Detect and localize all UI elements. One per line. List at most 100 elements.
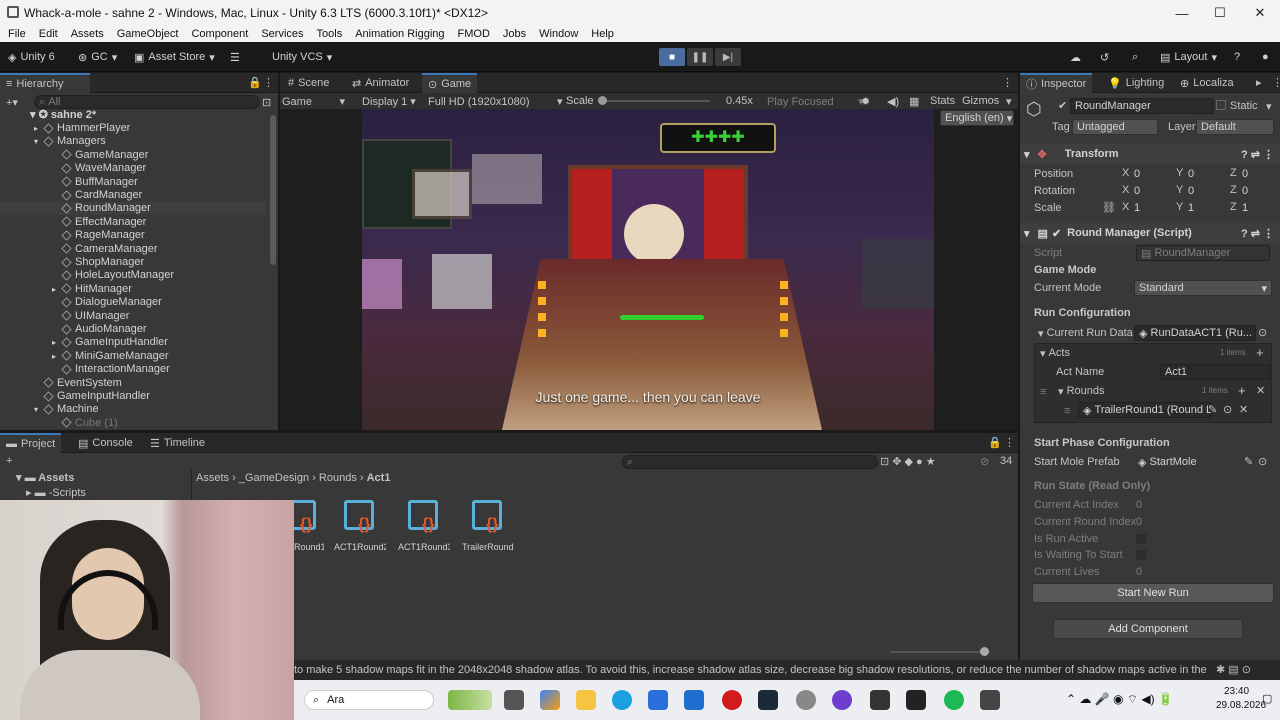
game-mode-dropdown[interactable]: Game ▾ bbox=[282, 95, 345, 108]
more-icon[interactable]: ? ⇌ ⋮ bbox=[1241, 227, 1274, 240]
menu-tools[interactable]: Tools bbox=[317, 28, 343, 40]
steam-icon[interactable] bbox=[758, 690, 778, 710]
rounds-foldout[interactable]: ▾ Rounds bbox=[1058, 383, 1105, 399]
lock-icon[interactable]: 🔒 bbox=[248, 76, 262, 89]
unity-editor-icon[interactable] bbox=[906, 690, 926, 710]
hierarchy-item[interactable]: CardManager bbox=[0, 189, 266, 202]
hierarchy-item[interactable]: ▸ GameInputHandler bbox=[0, 336, 266, 349]
asset-item[interactable]: {} TrailerRound1 bbox=[462, 498, 514, 560]
hierarchy-item[interactable]: ▸ HammerPlayer bbox=[0, 122, 266, 135]
menu-edit[interactable]: Edit bbox=[39, 28, 58, 40]
layout-dropdown[interactable]: ▤ Layout ▾ bbox=[1160, 48, 1217, 66]
hidden-count-icon[interactable]: ⊘ bbox=[980, 455, 989, 468]
static-checkbox[interactable] bbox=[1216, 100, 1226, 110]
vcs-dropdown[interactable]: Unity VCS ▾ bbox=[272, 48, 332, 66]
tab-project[interactable]: ▬ Project bbox=[0, 433, 62, 453]
transform-z-field[interactable]: 1 bbox=[1238, 200, 1280, 216]
object-name-field[interactable]: RoundManager bbox=[1070, 98, 1214, 114]
asset-store-dropdown[interactable]: ▣ Asset Store ▾ bbox=[134, 48, 215, 66]
menu-assets[interactable]: Assets bbox=[71, 28, 104, 40]
acts-foldout[interactable]: ▾ Acts bbox=[1040, 345, 1070, 361]
target-icon[interactable]: ⊙ bbox=[1258, 455, 1267, 468]
grid-icon[interactable]: ▦ bbox=[909, 95, 919, 108]
transform-y-field[interactable]: 0 bbox=[1184, 166, 1226, 182]
hierarchy-item[interactable]: HoleLayoutManager bbox=[0, 269, 266, 282]
language-dropdown[interactable]: English (en) ▾ bbox=[940, 110, 1014, 126]
expand-arrow-icon[interactable]: ▸ bbox=[52, 336, 62, 349]
transform-x-field[interactable]: 0 bbox=[1130, 166, 1172, 182]
transform-x-field[interactable]: 0 bbox=[1130, 183, 1172, 199]
hierarchy-scrollbar[interactable] bbox=[270, 115, 276, 265]
asset-item[interactable]: {} ACT1Round3 bbox=[398, 498, 450, 560]
tab-scene[interactable]: # Scene bbox=[282, 73, 335, 93]
lock-icon[interactable]: 🔒 bbox=[988, 436, 1002, 449]
hierarchy-item[interactable]: RageManager bbox=[0, 229, 266, 242]
menu-help[interactable]: Help bbox=[591, 28, 614, 40]
add-icon[interactable]: + bbox=[6, 455, 12, 467]
scale-slider[interactable] bbox=[598, 96, 710, 105]
menu-jobs[interactable]: Jobs bbox=[503, 28, 526, 40]
icon-size-slider[interactable] bbox=[890, 647, 990, 656]
expand-arrow-icon[interactable]: ▾ bbox=[34, 403, 44, 416]
active-checkbox[interactable]: ✔ bbox=[1058, 99, 1067, 112]
menu-services[interactable]: Services bbox=[261, 28, 303, 40]
hierarchy-item[interactable]: BuffManager bbox=[0, 176, 266, 189]
more-icon[interactable]: ⋮ bbox=[263, 76, 274, 89]
github-icon[interactable] bbox=[832, 690, 852, 710]
enabled-checkbox[interactable]: ✔ bbox=[1052, 227, 1061, 240]
transform-y-field[interactable]: 1 bbox=[1184, 200, 1226, 216]
menu-component[interactable]: Component bbox=[191, 28, 248, 40]
asset-item[interactable]: {} Round1 bbox=[294, 498, 324, 560]
filter-icon[interactable]: ⊡ bbox=[262, 96, 271, 109]
tab-localization[interactable]: ⊕ Localiza bbox=[1174, 73, 1258, 93]
scale-slider-handle[interactable] bbox=[598, 96, 607, 105]
console-status-bar[interactable]: to make 5 shadow maps fit in the 2048x20… bbox=[294, 660, 1280, 680]
constrain-proportions-icon[interactable]: ⛓ bbox=[1102, 201, 1116, 214]
round-item-field[interactable]: ◈ TrailerRound1 (Round L... bbox=[1078, 402, 1212, 418]
remove-icon[interactable]: ✕ bbox=[1239, 403, 1248, 416]
help-icon[interactable]: ? bbox=[1234, 48, 1240, 66]
play-focused-dropdown[interactable]: Play Focused ▾ bbox=[767, 95, 864, 108]
hierarchy-item[interactable]: InteractionManager bbox=[0, 363, 266, 376]
current-mode-dropdown[interactable]: Standard ▾ bbox=[1134, 280, 1272, 296]
expand-arrow-icon[interactable]: ▾ bbox=[34, 135, 44, 148]
hierarchy-item[interactable]: ▾ Machine bbox=[0, 403, 266, 416]
maximize-button[interactable]: ☐ bbox=[1200, 0, 1240, 26]
step-button[interactable]: ▶| bbox=[715, 48, 741, 66]
run-data-field[interactable]: ◈ RunDataACT1 (Ru... bbox=[1134, 325, 1256, 341]
search-icon[interactable]: ⌕ bbox=[1132, 48, 1138, 66]
filter-icons[interactable]: ⊡ ✥ ◆ ● ★ bbox=[880, 455, 936, 468]
tab-hierarchy[interactable]: ≡ Hierarchy bbox=[0, 73, 90, 93]
target-icon[interactable]: ⊙ bbox=[1258, 326, 1267, 339]
notification-icon[interactable]: ▢ bbox=[1262, 692, 1272, 705]
tab-inspector[interactable]: ⓘ Inspector bbox=[1020, 73, 1093, 93]
menu-window[interactable]: Window bbox=[539, 28, 578, 40]
account-button[interactable]: ◈ Unity 6 bbox=[8, 48, 55, 66]
tab-game[interactable]: ⊙ Game bbox=[422, 73, 478, 93]
status-icons[interactable]: ✱ ▤ ⊙ bbox=[1216, 663, 1251, 676]
layer-dropdown[interactable]: Default bbox=[1196, 119, 1274, 135]
breadcrumb-assets[interactable]: Assets bbox=[196, 472, 229, 484]
transform-header[interactable]: ▾ ✥ Transform? ⇌ ⋮ bbox=[1020, 144, 1280, 164]
hierarchy-item[interactable]: RoundManager bbox=[0, 202, 266, 216]
history-icon[interactable]: ↺ bbox=[1100, 48, 1109, 66]
hierarchy-item[interactable]: ▸ MiniGameManager bbox=[0, 350, 266, 363]
taskview-icon[interactable] bbox=[504, 690, 524, 710]
menu-fmod[interactable]: FMOD bbox=[458, 28, 490, 40]
stop-button[interactable]: ■ bbox=[659, 48, 685, 66]
add-round-button[interactable]: + bbox=[1238, 383, 1246, 398]
close-button[interactable]: ✕ bbox=[1240, 0, 1280, 26]
tree-scripts[interactable]: ▸ ▬ -Scripts bbox=[26, 486, 86, 499]
breadcrumb-gamedesign[interactable]: _GameDesign bbox=[239, 472, 309, 484]
menu-file[interactable]: File bbox=[8, 28, 26, 40]
tree-assets[interactable]: ▾ ▬ Assets bbox=[16, 471, 74, 484]
hierarchy-item[interactable]: ▸ HitManager bbox=[0, 283, 266, 296]
act-name-field[interactable]: Act1 bbox=[1160, 364, 1270, 380]
hierarchy-item[interactable]: DialogueManager bbox=[0, 296, 266, 309]
more-icon[interactable]: ⋮ bbox=[1002, 76, 1013, 89]
tray-icons[interactable]: ⌃ ☁ 🎤 ◉ ⌔ ◀) 🔋 bbox=[1066, 692, 1173, 707]
hierarchy-search[interactable]: ⌕ All bbox=[34, 95, 260, 109]
scene-root[interactable]: ▾ ✪ sahne 2* bbox=[30, 109, 96, 122]
hierarchy-item[interactable]: Cube (1) bbox=[0, 417, 266, 430]
taskbar-search[interactable]: ⌕ Ara bbox=[304, 690, 434, 710]
